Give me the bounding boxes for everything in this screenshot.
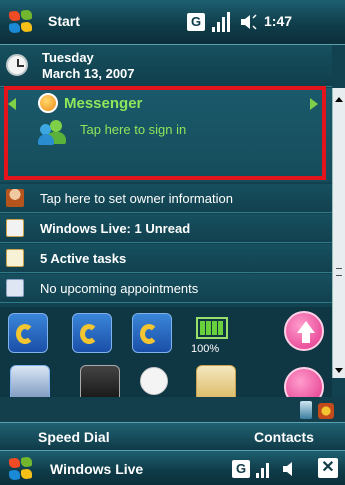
device-icon[interactable] xyxy=(300,401,312,419)
quick-launch-panel: 100% xyxy=(0,307,332,407)
today-item-label: Tap here to set owner information xyxy=(40,191,233,206)
speed-dial-softkey[interactable]: Speed Dial xyxy=(38,429,110,445)
clock-time[interactable]: 1:47 xyxy=(264,13,292,29)
owner-icon xyxy=(6,189,24,207)
notification-tray xyxy=(0,397,345,425)
date-full: March 13, 2007 xyxy=(42,66,135,81)
date-weekday: Tuesday xyxy=(42,50,94,65)
volume-icon[interactable] xyxy=(282,461,300,477)
tasks-icon xyxy=(6,249,24,267)
signal-strength-icon[interactable] xyxy=(212,10,232,32)
tray-app-icon[interactable] xyxy=(318,403,334,419)
taskbar-bottom: Windows Live G ✕ xyxy=(0,450,345,485)
scroll-thumb[interactable] xyxy=(336,268,342,276)
battery-icon[interactable] xyxy=(196,317,228,339)
scrollbar[interactable] xyxy=(332,88,345,378)
phone-alert-icon[interactable] xyxy=(8,313,48,353)
today-item-label: Windows Live: 1 Unread xyxy=(40,221,191,236)
battery-percent: 100% xyxy=(191,343,220,355)
title-bar: Start G 1:47 xyxy=(0,0,345,45)
signal-strength-icon[interactable] xyxy=(256,458,274,478)
phone-redial-icon[interactable] xyxy=(132,313,172,353)
circle-app-icon[interactable] xyxy=(140,367,168,395)
today-screen: Tuesday March 13, 2007 Messenger Tap her… xyxy=(0,45,345,450)
today-item-tasks[interactable]: 5 Active tasks xyxy=(0,244,332,273)
softkey-bar: Speed Dial Contacts xyxy=(0,422,345,450)
windows-start-icon[interactable] xyxy=(8,456,34,482)
today-item-label: 5 Active tasks xyxy=(40,251,127,266)
volume-icon[interactable] xyxy=(240,14,258,30)
phone-transfer-icon[interactable] xyxy=(72,313,112,353)
today-item-owner[interactable]: Tap here to set owner information xyxy=(0,184,332,213)
clock-icon xyxy=(6,54,28,76)
highlight-frame xyxy=(4,86,326,180)
today-item-mail[interactable]: Windows Live: 1 Unread xyxy=(0,214,332,243)
scroll-down-arrow[interactable] xyxy=(335,368,343,373)
gprs-icon[interactable]: G xyxy=(232,460,250,478)
windows-start-icon[interactable] xyxy=(8,9,34,35)
scroll-up-arrow[interactable] xyxy=(335,97,343,102)
app-title: Windows Live xyxy=(50,461,144,477)
close-icon[interactable]: ✕ xyxy=(318,458,338,478)
mail-icon xyxy=(6,219,24,237)
date-row[interactable]: Tuesday March 13, 2007 xyxy=(0,45,332,87)
today-item-calendar[interactable]: No upcoming appointments xyxy=(0,274,332,303)
calendar-icon xyxy=(6,279,24,297)
scroll-up-button[interactable] xyxy=(284,311,324,351)
today-item-label: No upcoming appointments xyxy=(40,281,199,296)
gprs-icon[interactable]: G xyxy=(187,13,205,31)
contacts-softkey[interactable]: Contacts xyxy=(254,429,314,445)
start-label[interactable]: Start xyxy=(48,13,80,29)
